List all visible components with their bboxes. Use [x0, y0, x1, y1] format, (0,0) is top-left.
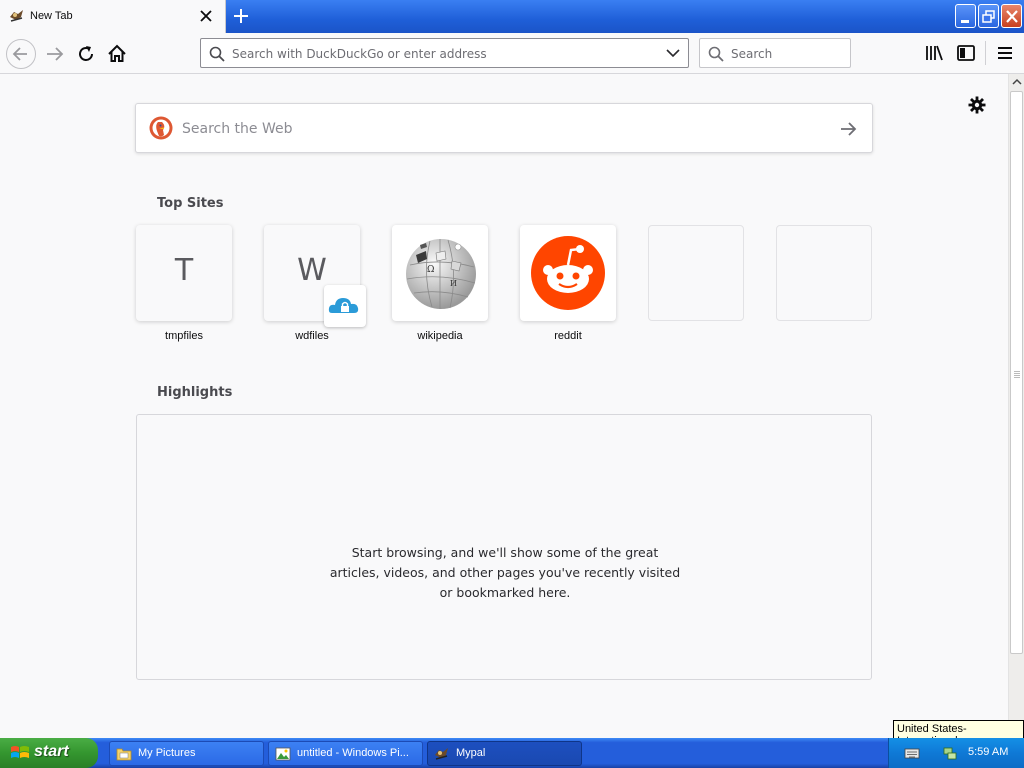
gear-icon[interactable] — [967, 95, 987, 115]
wikipedia-globe-icon: Ω И — [406, 239, 476, 309]
network-icon[interactable] — [942, 745, 958, 761]
tile-label-reddit[interactable]: reddit — [520, 330, 616, 342]
reload-icon[interactable] — [73, 41, 99, 67]
task-label: untitled - Windows Pi... — [297, 747, 409, 759]
search-icon — [209, 46, 225, 62]
tile-label-tmpfiles[interactable]: tmpfiles — [136, 330, 232, 342]
close-window-button[interactable] — [1001, 4, 1022, 28]
top-site-tile-empty[interactable] — [648, 225, 744, 321]
close-icon — [1006, 10, 1018, 23]
web-search-box[interactable] — [135, 103, 873, 153]
windows-flag-icon — [11, 746, 29, 758]
title-bar: New Tab — [0, 0, 1024, 33]
top-site-tile-reddit[interactable] — [520, 225, 616, 321]
taskbar-item-mypal[interactable]: Mypal — [427, 741, 582, 766]
minimize-icon — [961, 20, 969, 23]
top-site-tile-wdfiles[interactable]: W — [264, 225, 366, 327]
top-site-tile-empty[interactable] — [776, 225, 872, 321]
tab-title: New Tab — [30, 10, 73, 22]
arrow-right-icon[interactable] — [838, 119, 858, 139]
highlights-empty-message: Start browsing, and we'll show some of t… — [329, 545, 681, 600]
duckduckgo-logo-icon — [149, 116, 173, 140]
folder-icon — [116, 748, 132, 761]
clock: 5:59 AM — [968, 746, 1009, 758]
search-icon — [708, 46, 724, 62]
toolbar-separator — [985, 41, 986, 65]
tile-letter: W — [297, 253, 327, 288]
vertical-scrollbar[interactable] — [1008, 74, 1024, 738]
mypal-icon — [435, 748, 448, 760]
highlights-heading: Highlights — [157, 385, 233, 400]
scrollbar-thumb[interactable] — [1010, 91, 1023, 654]
svg-text:И: И — [450, 279, 457, 288]
hamburger-menu-icon[interactable] — [995, 43, 1015, 63]
top-sites-heading: Top Sites — [157, 196, 224, 211]
web-search-input[interactable] — [182, 119, 822, 139]
restore-button[interactable] — [978, 4, 999, 28]
library-icon[interactable] — [924, 43, 944, 63]
taskbar-item-my-pictures[interactable]: My Pictures — [109, 741, 264, 766]
scrollbar-grip — [1014, 371, 1020, 378]
back-button[interactable] — [6, 39, 36, 69]
address-bar[interactable] — [200, 38, 689, 68]
new-tab-page: Top Sites T tmpfiles W wdfiles Ω — [0, 74, 1008, 738]
tile-label-wikipedia[interactable]: wikipedia — [392, 330, 488, 342]
back-arrow-icon — [12, 47, 27, 61]
language-tooltip: United States-International — [893, 720, 1024, 747]
search-bar[interactable] — [699, 38, 851, 68]
sidebar-toggle-icon[interactable] — [956, 43, 976, 63]
address-input[interactable] — [232, 45, 652, 62]
task-label: Mypal — [456, 747, 486, 759]
tile-letter: T — [174, 253, 194, 288]
tab-new-tab[interactable]: New Tab — [0, 0, 226, 33]
search-input[interactable] — [731, 45, 843, 62]
close-tab-icon[interactable] — [198, 8, 214, 24]
keyboard-icon[interactable] — [904, 745, 920, 761]
cloud-lock-icon — [328, 298, 359, 313]
minimize-button[interactable] — [955, 4, 976, 28]
start-label: start — [34, 743, 69, 760]
restore-icon — [982, 10, 995, 23]
top-site-tile-wikipedia[interactable]: Ω И — [392, 225, 488, 321]
svg-text:Ω: Ω — [427, 265, 434, 275]
mypal-icon — [10, 10, 23, 22]
navigation-toolbar — [0, 33, 1024, 74]
taskbar-item-windows-picture-viewer[interactable]: untitled - Windows Pi... — [268, 741, 423, 766]
home-icon[interactable] — [104, 41, 130, 67]
forward-arrow-icon[interactable] — [42, 41, 68, 67]
system-tray: 5:59 AM — [888, 738, 1024, 768]
task-label: My Pictures — [138, 747, 196, 759]
reddit-logo-icon — [531, 236, 605, 310]
picture-viewer-icon — [275, 747, 291, 761]
chevron-down-icon[interactable] — [666, 48, 680, 58]
start-button[interactable]: start — [0, 738, 98, 768]
top-site-tile-tmpfiles[interactable]: T — [136, 225, 232, 321]
scroll-up-arrow-icon[interactable] — [1010, 74, 1024, 90]
highlights-panel: Start browsing, and we'll show some of t… — [136, 414, 872, 680]
new-tab-plus-icon[interactable] — [230, 5, 252, 27]
site-favicon-badge — [324, 285, 366, 327]
tile-label-wdfiles[interactable]: wdfiles — [264, 330, 360, 342]
